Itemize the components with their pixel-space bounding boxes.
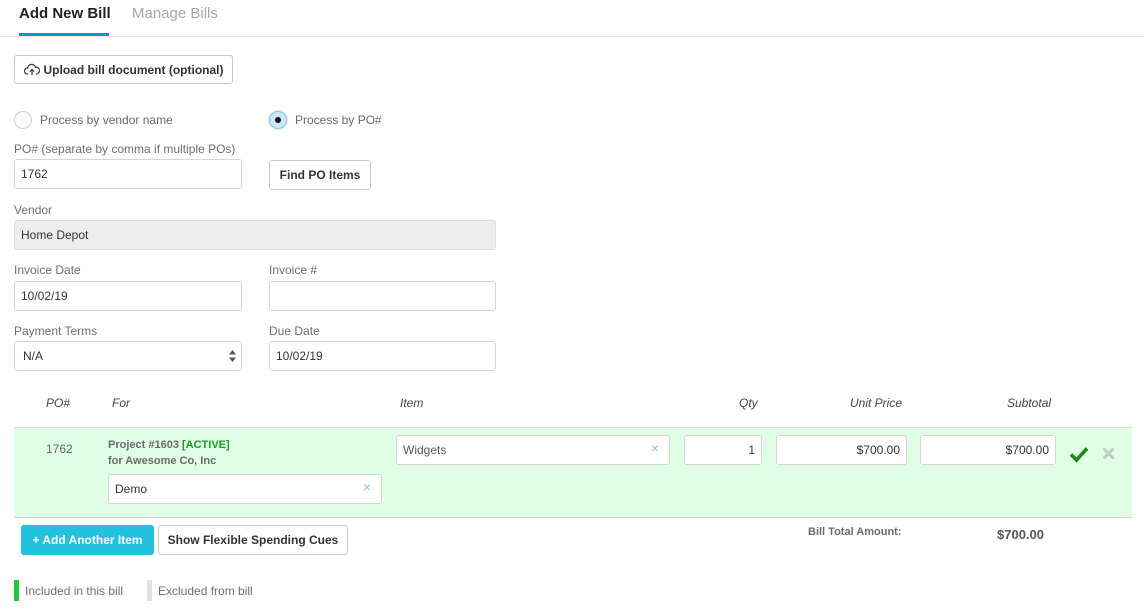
payment-terms-value: N/A bbox=[23, 349, 44, 363]
tab-add-new-bill[interactable]: Add New Bill bbox=[19, 5, 111, 23]
process-by-vendor-radio[interactable]: Process by vendor name bbox=[14, 111, 173, 129]
due-date-value: 10/02/19 bbox=[276, 349, 323, 363]
column-header-qty: Qty bbox=[739, 396, 758, 410]
payment-terms-label: Payment Terms bbox=[14, 324, 98, 338]
subtotal-input[interactable]: $700.00 bbox=[920, 435, 1056, 465]
unit-price-input[interactable]: $700.00 bbox=[776, 435, 907, 465]
tab-manage-bills[interactable]: Manage Bills bbox=[132, 5, 218, 23]
column-header-item: Item bbox=[400, 396, 424, 410]
vendor-value: Home Depot bbox=[21, 228, 89, 242]
legend-included-swatch bbox=[14, 580, 19, 601]
radio-label: Process by vendor name bbox=[40, 113, 173, 127]
for-input[interactable]: Demo × bbox=[108, 474, 382, 504]
vendor-label: Vendor bbox=[14, 203, 53, 217]
item-value: Widgets bbox=[403, 443, 447, 457]
invoice-date-value: 10/02/19 bbox=[21, 289, 68, 303]
project-client: for Awesome Co, Inc bbox=[108, 455, 217, 467]
column-header-subtotal: Subtotal bbox=[1007, 396, 1052, 410]
row-po-number: 1762 bbox=[46, 442, 73, 456]
payment-terms-select[interactable]: N/A bbox=[14, 341, 242, 371]
invoice-number-input[interactable] bbox=[269, 281, 496, 311]
qty-input[interactable]: 1 bbox=[684, 435, 762, 465]
project-status-badge: [ACTIVE] bbox=[182, 439, 230, 451]
invoice-number-label: Invoice # bbox=[269, 263, 318, 277]
upload-bill-document-button[interactable]: Upload bill document (optional) bbox=[14, 55, 233, 84]
process-by-po-radio[interactable]: Process by PO# bbox=[269, 111, 382, 129]
clear-item-icon[interactable]: × bbox=[651, 440, 659, 456]
tab-bar: Add New Bill Manage Bills bbox=[0, 0, 1144, 37]
po-number-input[interactable]: 1762 bbox=[14, 159, 242, 189]
find-po-items-button[interactable]: Find PO Items bbox=[269, 160, 371, 190]
exclude-x-icon[interactable] bbox=[1102, 447, 1115, 460]
active-tab-indicator bbox=[19, 33, 109, 36]
po-field-label: PO# (separate by comma if multiple POs) bbox=[14, 142, 236, 156]
add-another-item-button[interactable]: + Add Another Item bbox=[21, 525, 154, 555]
qty-value: 1 bbox=[748, 443, 755, 457]
table-row: 1762 Project #1603 [ACTIVE] for Awesome … bbox=[14, 427, 1132, 518]
legend-excluded: Excluded from bill bbox=[147, 580, 253, 601]
radio-label: Process by PO# bbox=[295, 113, 382, 127]
due-date-label: Due Date bbox=[269, 324, 320, 338]
bill-total-value: $700.00 bbox=[997, 527, 1044, 542]
upload-label: Upload bill document (optional) bbox=[43, 62, 224, 77]
legend-included-label: Included in this bill bbox=[25, 583, 124, 598]
invoice-date-input[interactable]: 10/02/19 bbox=[14, 281, 242, 311]
clear-for-icon[interactable]: × bbox=[363, 479, 371, 495]
for-value: Demo bbox=[115, 482, 148, 496]
legend-excluded-swatch bbox=[147, 580, 152, 601]
vendor-field: Home Depot bbox=[14, 220, 496, 250]
row-project-info: Project #1603 [ACTIVE] for Awesome Co, I… bbox=[108, 437, 230, 469]
column-header-po: PO# bbox=[46, 396, 71, 410]
project-name: Project #1603 bbox=[108, 439, 179, 451]
column-header-for: For bbox=[112, 396, 130, 410]
legend-excluded-label: Excluded from bill bbox=[158, 583, 253, 598]
column-header-unit-price: Unit Price bbox=[850, 396, 903, 410]
due-date-input[interactable]: 10/02/19 bbox=[269, 341, 496, 371]
show-flexible-spending-cues-button[interactable]: Show Flexible Spending Cues bbox=[158, 525, 348, 555]
include-check-icon[interactable] bbox=[1069, 445, 1089, 463]
select-arrows-icon bbox=[229, 350, 236, 362]
item-input[interactable]: Widgets × bbox=[396, 435, 670, 465]
invoice-date-label: Invoice Date bbox=[14, 263, 81, 277]
cloud-upload-icon bbox=[23, 63, 40, 75]
radio-circle-checked[interactable] bbox=[269, 111, 287, 129]
unit-price-value: $700.00 bbox=[856, 443, 900, 457]
po-number-value: 1762 bbox=[21, 167, 48, 181]
bill-total-label: Bill Total Amount: bbox=[808, 526, 902, 538]
radio-circle[interactable] bbox=[14, 111, 32, 129]
subtotal-value: $700.00 bbox=[1005, 443, 1049, 457]
legend-included: Included in this bill bbox=[14, 580, 123, 601]
